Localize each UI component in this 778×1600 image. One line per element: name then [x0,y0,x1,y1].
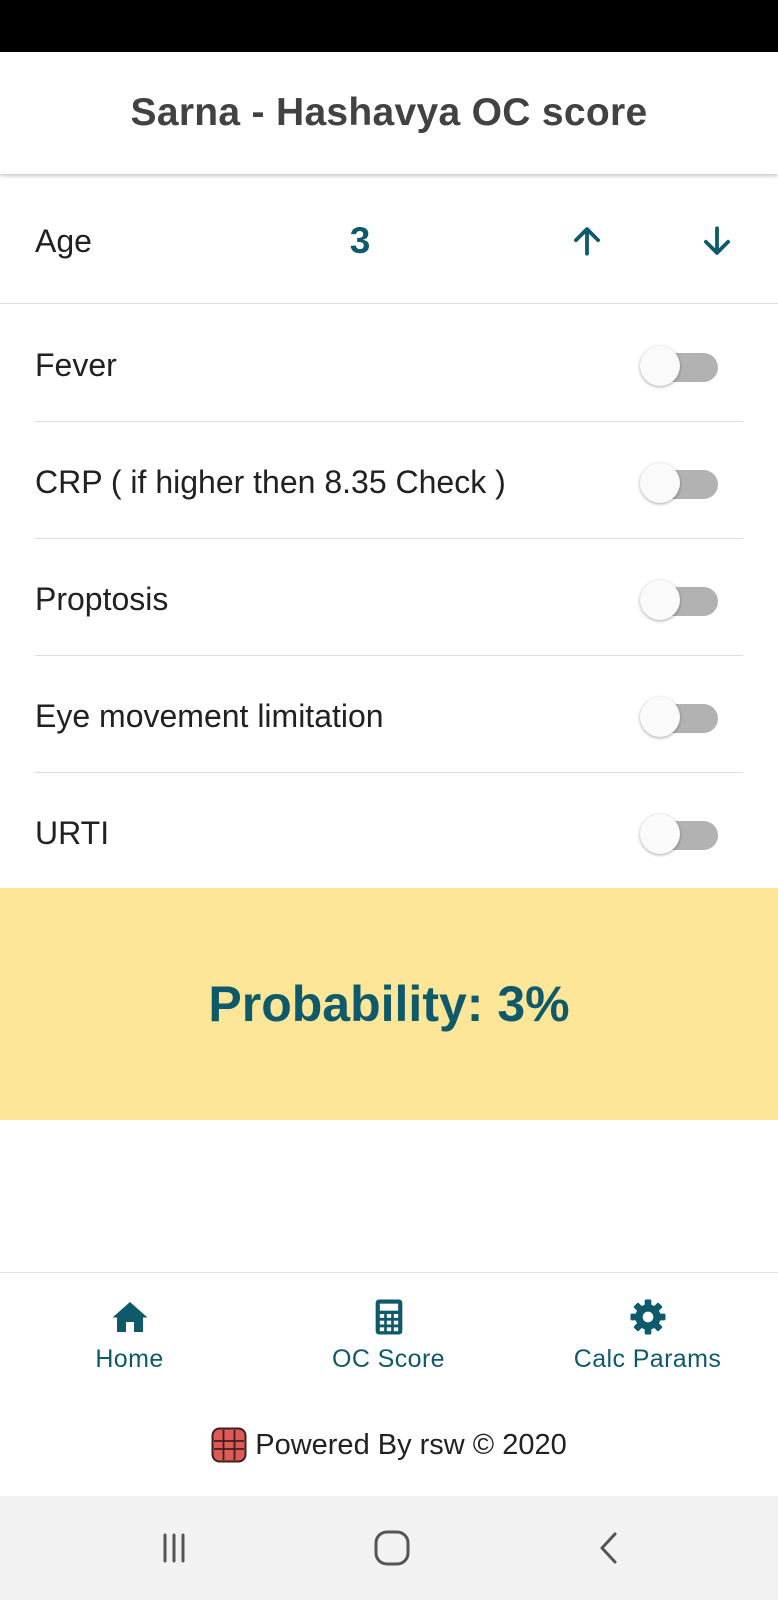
page-title: Sarna - Hashavya OC score [130,91,648,134]
status-bar [0,0,778,52]
criterion-label: Proptosis [35,581,169,617]
criterion-row-crp: CRP ( if higher then 8.35 Check ) [35,423,743,539]
toggle-thumb [640,463,680,503]
criterion-label: URTI [35,815,110,851]
nav-calc-params-button[interactable]: Calc Params [518,1273,777,1403]
toggle-thumb [640,346,680,386]
criterion-label: Eye movement limitation [35,698,384,734]
criterion-row-urti: URTI [35,774,743,890]
footer: Powered By rsw © 2020 [0,1420,778,1470]
gear-icon [628,1297,668,1337]
fever-toggle[interactable] [640,346,722,386]
rsw-logo-icon [211,1427,247,1463]
recent-apps-icon [163,1533,185,1563]
age-row: Age 3 [0,178,778,304]
arrow-down-icon [704,226,730,255]
nav-home-label: Home [95,1345,164,1373]
system-home-button[interactable] [364,1522,420,1574]
back-chevron-icon [600,1532,617,1564]
recent-apps-button[interactable] [146,1522,202,1574]
toggle-thumb [640,814,680,854]
age-label: Age [35,223,92,259]
criterion-row-eye-movement: Eye movement limitation [35,657,743,773]
criterion-label: CRP ( if higher then 8.35 Check ) [35,464,506,500]
age-value: 3 [349,220,371,261]
age-decrease-button[interactable] [694,218,740,264]
crp-toggle[interactable] [640,463,722,503]
footer-text: Powered By rsw © 2020 [255,1428,567,1461]
criterion-row-proptosis: Proptosis [35,540,743,656]
proptosis-toggle[interactable] [640,580,722,620]
calculator-icon [369,1297,409,1337]
home-icon [110,1297,150,1337]
toggle-thumb [640,697,680,737]
probability-panel: Probability: 3% [0,888,778,1120]
nav-oc-score-button[interactable]: OC Score [259,1273,518,1403]
arrow-up-icon [574,227,600,256]
criterion-label: Fever [35,347,117,383]
nav-calc-params-label: Calc Params [573,1345,722,1373]
urti-toggle[interactable] [640,814,722,854]
app-header: Sarna - Hashavya OC score [0,52,778,174]
toggle-thumb [640,580,680,620]
system-home-icon [374,1530,410,1566]
eye-movement-toggle[interactable] [640,697,722,737]
nav-home-button[interactable]: Home [0,1273,259,1403]
age-increase-button[interactable] [564,218,610,264]
bottom-nav: Home OC Score Calc Params [0,1272,778,1402]
system-navigation-bar [0,1496,778,1600]
nav-oc-score-label: OC Score [332,1345,445,1373]
criterion-row-fever: Fever [35,306,743,422]
system-back-button[interactable] [582,1522,638,1574]
probability-text: Probability: 3% [208,976,570,1032]
